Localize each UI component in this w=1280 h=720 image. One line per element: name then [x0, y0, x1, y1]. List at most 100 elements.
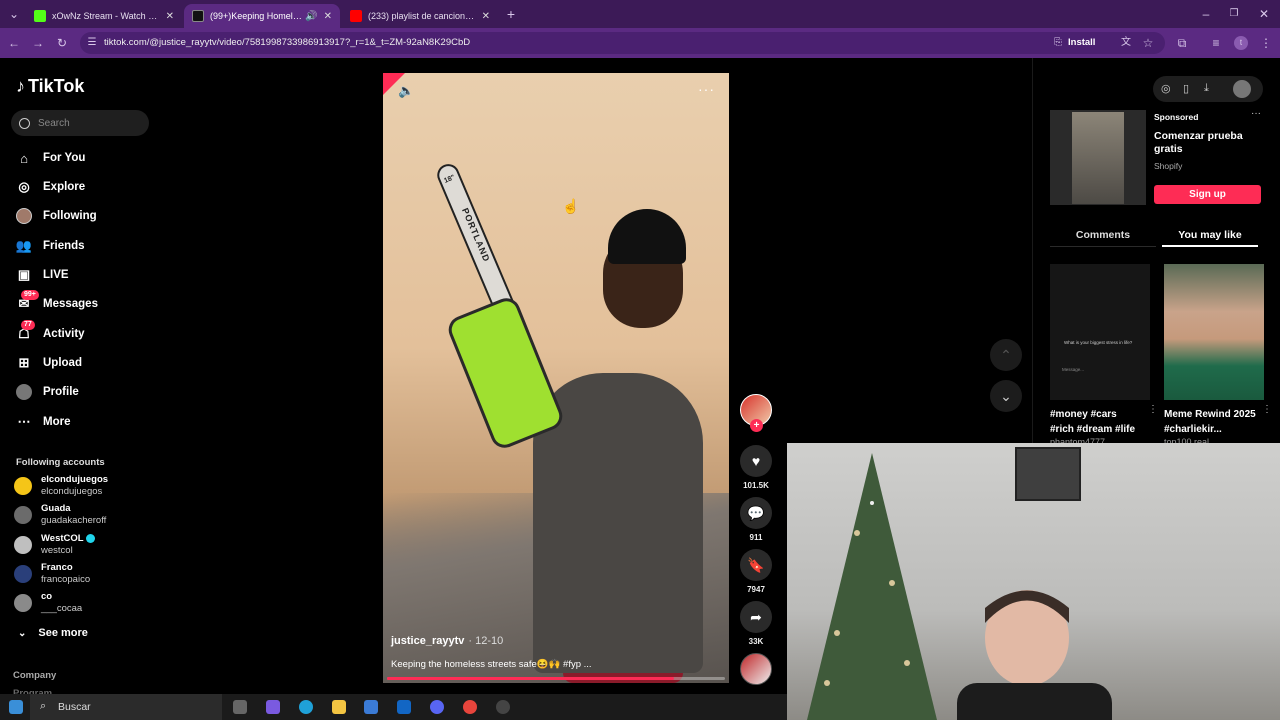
install-app-icon[interactable]: ⎘: [1050, 35, 1066, 51]
outlook-icon[interactable]: [397, 700, 411, 714]
share-icon[interactable]: ➦: [740, 601, 772, 633]
tab-list-icon[interactable]: ≡: [1208, 35, 1224, 51]
company-link[interactable]: Company: [13, 670, 56, 681]
nav-label: Friends: [43, 240, 85, 252]
nav-label: Following: [43, 210, 97, 222]
close-tab-icon[interactable]: ✕: [482, 11, 490, 22]
download-icon[interactable]: ⤓: [1204, 82, 1209, 95]
nav-friends[interactable]: 👥 Friends: [16, 236, 85, 256]
account-franco[interactable]: Franco francopaico: [14, 562, 90, 586]
follow-plus-icon[interactable]: +: [750, 419, 763, 432]
install-button[interactable]: Install: [1068, 37, 1095, 48]
account-elcondujuegos[interactable]: elcondujuegos elcondujuegos: [14, 474, 108, 498]
file-explorer-icon[interactable]: [332, 700, 346, 714]
activity-badge: 77: [21, 320, 35, 330]
nav-upload[interactable]: ⊞ Upload: [16, 353, 82, 373]
tab-comments[interactable]: Comments: [1050, 223, 1156, 247]
share-action[interactable]: ➦ 33K: [740, 601, 772, 646]
site-info-icon[interactable]: ☰: [84, 35, 100, 51]
browser-menu-icon[interactable]: ⋮: [1258, 35, 1274, 51]
recommendation-card[interactable]: Meme Rewind 2025 #charliekir... top100.r…: [1164, 264, 1272, 447]
chevron-down-icon: ⌄: [18, 627, 27, 639]
store-icon[interactable]: [364, 700, 378, 714]
logo-text: TikTok: [28, 76, 85, 96]
minimize-icon[interactable]: –: [1198, 6, 1214, 22]
forward-icon[interactable]: →: [30, 35, 46, 51]
new-tab-icon[interactable]: +: [503, 6, 519, 22]
nav-label: More: [43, 416, 71, 428]
browser-tab-kick[interactable]: xOwNz Stream - Watch Live on ✕: [26, 4, 182, 28]
edge-icon[interactable]: [299, 700, 313, 714]
music-disc-avatar[interactable]: [740, 653, 772, 685]
heart-icon[interactable]: ♥: [740, 445, 772, 477]
account-westcol[interactable]: WestCOL westcol: [14, 533, 96, 557]
compass-icon: ◎: [18, 179, 30, 194]
more-options-icon[interactable]: ⋮: [1262, 404, 1272, 415]
video-author[interactable]: justice_rayytv · 12-10: [391, 635, 503, 647]
save-action[interactable]: 🔖 7947: [740, 549, 772, 594]
nav-explore[interactable]: ◎ Explore: [16, 177, 85, 197]
sign-up-button[interactable]: Sign up: [1154, 185, 1261, 204]
extensions-icon[interactable]: ⧉: [1174, 35, 1190, 51]
compass-icon[interactable]: ◎: [1161, 82, 1171, 95]
previous-video-button[interactable]: ⌃: [990, 339, 1022, 371]
close-tab-icon[interactable]: ✕: [324, 11, 332, 22]
discord-icon[interactable]: [430, 700, 444, 714]
nav-activity[interactable]: ☖ 77 Activity: [16, 320, 85, 344]
translate-icon[interactable]: 文: [1118, 35, 1134, 51]
bookmark-icon[interactable]: 🔖: [740, 549, 772, 581]
bookmark-star-icon[interactable]: ☆: [1140, 35, 1156, 51]
reload-icon[interactable]: ↻: [54, 35, 70, 51]
close-window-icon[interactable]: ✕: [1256, 6, 1272, 22]
chrome-icon[interactable]: [463, 700, 477, 714]
nav-label: Profile: [43, 386, 79, 398]
youtube-favicon-icon: [350, 10, 362, 22]
nav-for-you[interactable]: ⌂ For You: [16, 148, 85, 168]
video-more-icon[interactable]: ···: [698, 81, 715, 97]
speaker-icon[interactable]: 🔊: [305, 11, 317, 22]
search-input[interactable]: Search: [11, 110, 149, 136]
ad-more-icon[interactable]: ···: [1251, 108, 1261, 119]
video-player[interactable]: 18" PORTLAND 🔈 ··· justice_rayytv · 12-10…: [383, 73, 729, 683]
recommendation-card[interactable]: What is your biggest stress in life? Mes…: [1050, 264, 1158, 447]
url-field[interactable]: ☰ tiktok.com/@justice_rayytv/video/75819…: [80, 32, 1165, 54]
tab-search-icon[interactable]: ⌄: [6, 6, 22, 22]
account-co[interactable]: co ___cocaa: [14, 591, 82, 615]
tiktok-logo[interactable]: ♪ TikTok: [16, 76, 84, 97]
windows-start-icon[interactable]: [9, 700, 23, 714]
obs-icon[interactable]: [496, 700, 510, 714]
back-icon[interactable]: ←: [6, 35, 22, 51]
ad-thumbnail[interactable]: [1050, 110, 1146, 205]
video-progress-bar[interactable]: [387, 677, 725, 680]
nav-more[interactable]: ⋯ More: [16, 412, 71, 432]
comment-icon[interactable]: 💬: [740, 497, 772, 529]
browser-tab-youtube[interactable]: (233) playlist de canciones sad ✕: [342, 4, 498, 28]
nav-profile[interactable]: Profile: [16, 382, 79, 402]
task-view-icon[interactable]: [233, 700, 247, 714]
nav-following[interactable]: Following: [16, 206, 97, 226]
phone-icon[interactable]: ▯: [1183, 82, 1189, 95]
user-avatar[interactable]: [1233, 80, 1251, 98]
taskbar-search[interactable]: ⌕ Buscar: [30, 694, 222, 720]
restore-icon[interactable]: ❐: [1226, 6, 1242, 22]
more-options-icon[interactable]: ⋮: [1148, 404, 1158, 415]
video-progress-fill: [387, 677, 675, 680]
ad-title[interactable]: Comenzar prueba gratis: [1154, 130, 1259, 156]
account-handle: westcol: [41, 545, 73, 556]
account-handle: francopaico: [41, 574, 91, 585]
volume-icon[interactable]: 🔈: [398, 83, 414, 99]
profile-icon: [16, 384, 32, 400]
next-video-button[interactable]: ⌄: [990, 380, 1022, 412]
video-person-hat: [608, 209, 686, 264]
tab-you-may-like[interactable]: You may like: [1162, 223, 1258, 247]
account-guada[interactable]: Guada guadakacheroff: [14, 503, 106, 527]
close-tab-icon[interactable]: ✕: [166, 11, 174, 22]
see-more-button[interactable]: ⌄ See more: [18, 627, 88, 639]
profile-avatar-icon[interactable]: t: [1234, 36, 1248, 50]
nav-messages[interactable]: ✉ 99+ Messages: [16, 290, 98, 314]
comment-action[interactable]: 💬 911: [740, 497, 772, 542]
nav-live[interactable]: ▣ LIVE: [16, 265, 69, 285]
browser-tab-tiktok[interactable]: (99+)Keeping Homeless In 🔊 ✕: [184, 4, 340, 28]
copilot-icon[interactable]: [266, 700, 280, 714]
like-action[interactable]: ♥ 101.5K: [740, 445, 772, 490]
